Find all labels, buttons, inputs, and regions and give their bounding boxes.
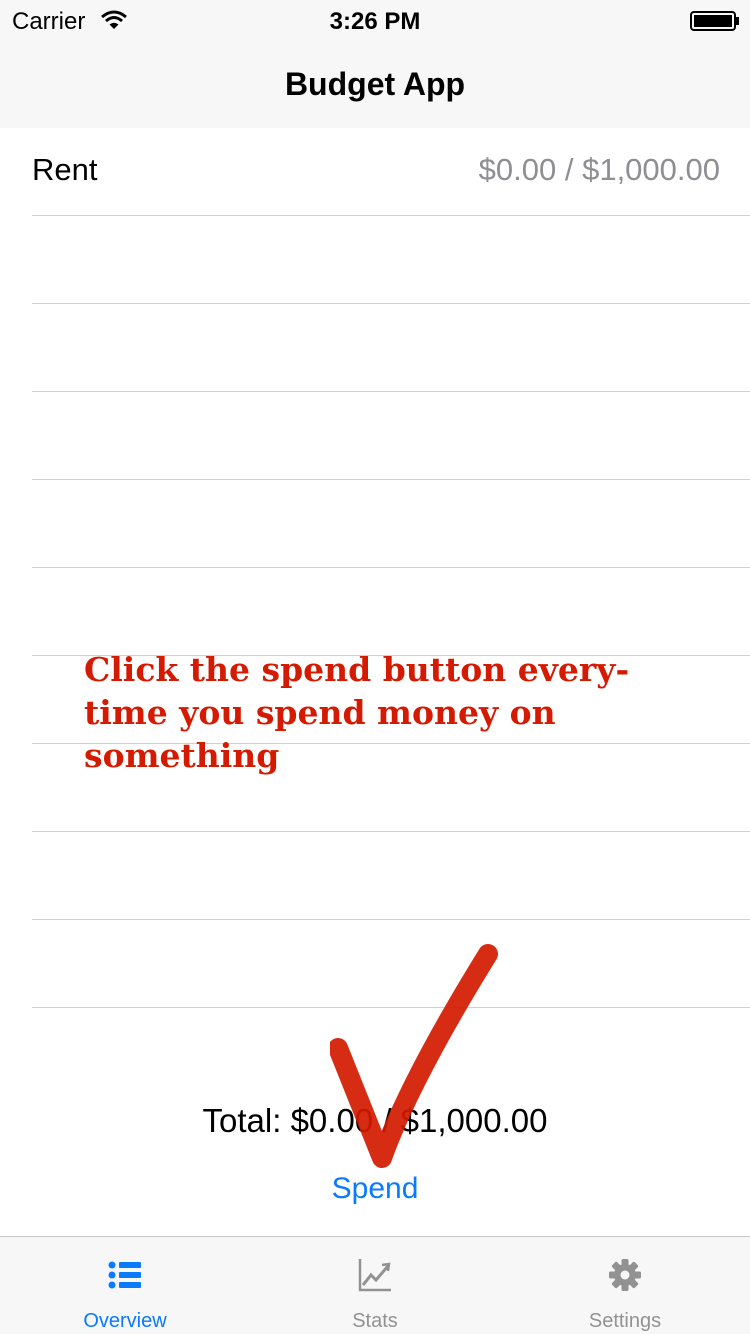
empty-table-row: [32, 568, 750, 656]
tab-settings[interactable]: Settings: [500, 1237, 750, 1335]
list-icon: [108, 1261, 141, 1289]
battery-icon: [690, 11, 739, 31]
navigation-bar: Budget App: [0, 40, 750, 128]
budget-row-value: $0.00 / $1,000.00: [478, 152, 720, 187]
empty-table-row: [32, 480, 750, 568]
budget-row-label: Rent: [32, 152, 98, 187]
status-bar: Carrier 3:26 PM: [0, 0, 750, 40]
tab-label: Settings: [588, 1310, 662, 1332]
tab-label: Stats: [352, 1310, 398, 1332]
tutorial-annotation: Click the spend button every-time you sp…: [84, 650, 630, 775]
budget-total: Total: $0.00 / $1,000.00: [202, 1102, 548, 1139]
tab-overview[interactable]: Overview: [0, 1237, 250, 1335]
budget-table: Rent $0.00 / $1,000.00: [0, 128, 750, 1008]
empty-table-row: [32, 216, 750, 304]
page-title: Budget App: [284, 66, 466, 102]
status-time: 3:26 PM: [329, 8, 421, 35]
spend-button[interactable]: Spend: [315, 1172, 435, 1206]
tab-bar: Overview Stats Settings: [0, 1236, 750, 1334]
empty-table-row: [32, 920, 750, 1008]
gear-icon: [609, 1259, 641, 1291]
chart-icon: [358, 1259, 391, 1292]
empty-table-row: [32, 832, 750, 920]
empty-table-row: [32, 304, 750, 392]
budget-row-rent[interactable]: Rent $0.00 / $1,000.00: [32, 128, 750, 216]
empty-table-row: [32, 392, 750, 480]
tab-stats[interactable]: Stats: [250, 1237, 500, 1335]
tab-label: Overview: [83, 1310, 167, 1332]
